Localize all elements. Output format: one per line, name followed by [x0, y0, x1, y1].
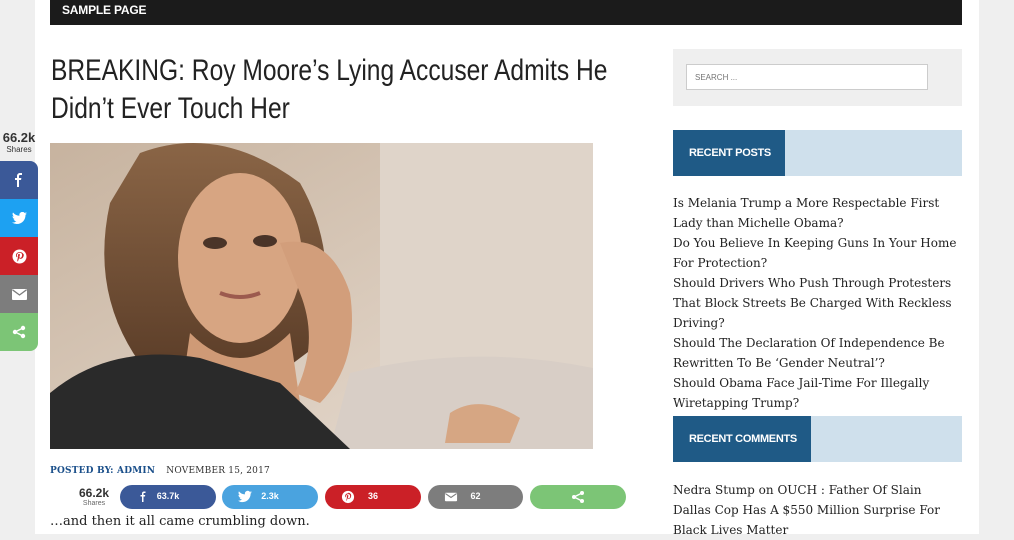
inline-email-share-button[interactable]: 62 [428, 485, 523, 509]
recent-posts-list: Is Melania Trump a More Respectable Firs… [673, 193, 965, 413]
search-input[interactable] [686, 64, 928, 90]
list-item: Should The Declaration Of Independence B… [673, 333, 965, 373]
inline-pinterest-count: 36 [367, 491, 378, 501]
side-share-count: 66.2k Shares [0, 130, 38, 155]
side-pinterest-share-button[interactable] [0, 237, 38, 275]
article-title[interactable]: BREAKING: Roy Moore’s Lying Accuser Admi… [51, 52, 617, 128]
side-facebook-share-button[interactable] [0, 161, 38, 199]
side-email-share-button[interactable] [0, 275, 38, 313]
top-navbar: SAMPLE PAGE [50, 0, 962, 25]
inline-share-count-label: Shares [82, 500, 106, 507]
post-author[interactable]: POSTED BY: ADMIN [50, 466, 155, 476]
recent-comment: Nedra Stump on OUCH : Father Of Slain Da… [673, 480, 958, 540]
recent-posts-title: RECENT POSTS [673, 130, 785, 176]
list-item: Should Drivers Who Push Through Proteste… [673, 273, 965, 333]
comment-on-label: on [758, 483, 774, 497]
article-excerpt: …and then it all came crumbling down. [50, 514, 310, 529]
inline-share-count: 66.2k Shares [74, 486, 114, 508]
recent-post-link[interactable]: Should The Declaration Of Independence B… [673, 336, 945, 370]
search-widget [673, 49, 962, 106]
recent-post-link[interactable]: Should Obama Face Jail-Time For Illegall… [673, 376, 929, 410]
share-icon [572, 491, 584, 503]
list-item: Is Melania Trump a More Respectable Firs… [673, 193, 965, 233]
post-date: NOVEMBER 15, 2017 [166, 466, 270, 476]
twitter-icon [11, 211, 27, 224]
inline-more-share-button[interactable] [530, 485, 626, 509]
inline-facebook-share-button[interactable]: 63.7k [120, 485, 216, 509]
inline-twitter-share-button[interactable]: 2.3k [222, 485, 318, 509]
list-item: Do You Believe In Keeping Guns In Your H… [673, 233, 965, 273]
recent-posts-header: RECENT POSTS [673, 130, 962, 176]
pinterest-icon [12, 249, 26, 263]
post-meta: POSTED BY: ADMIN NOVEMBER 15, 2017 [50, 466, 270, 476]
email-icon [11, 288, 27, 300]
recent-post-link[interactable]: Should Drivers Who Push Through Proteste… [673, 276, 952, 330]
recent-comments-header: RECENT COMMENTS [673, 416, 962, 462]
inline-twitter-count: 2.3k [261, 491, 279, 501]
article-featured-image[interactable] [50, 143, 593, 449]
side-more-share-button[interactable] [0, 313, 38, 351]
side-twitter-share-button[interactable] [0, 199, 38, 237]
inline-facebook-count: 63.7k [156, 491, 180, 501]
side-share-count-label: Shares [6, 145, 32, 154]
list-item: Should Obama Face Jail-Time For Illegall… [673, 373, 965, 413]
recent-comments-title: RECENT COMMENTS [673, 416, 811, 462]
inline-email-count: 62 [470, 491, 481, 501]
inline-share-count-value: 66.2k [78, 486, 110, 500]
comment-author[interactable]: Nedra Stump [673, 483, 755, 497]
inline-pinterest-share-button[interactable]: 36 [325, 485, 421, 509]
recent-post-link[interactable]: Is Melania Trump a More Respectable Firs… [673, 196, 939, 230]
recent-post-link[interactable]: Do You Believe In Keeping Guns In Your H… [673, 236, 956, 270]
nav-item-sample-page[interactable]: SAMPLE PAGE [62, 3, 146, 17]
side-share-count-value: 66.2k [2, 130, 36, 145]
share-icon [12, 325, 26, 339]
facebook-icon [15, 173, 22, 187]
